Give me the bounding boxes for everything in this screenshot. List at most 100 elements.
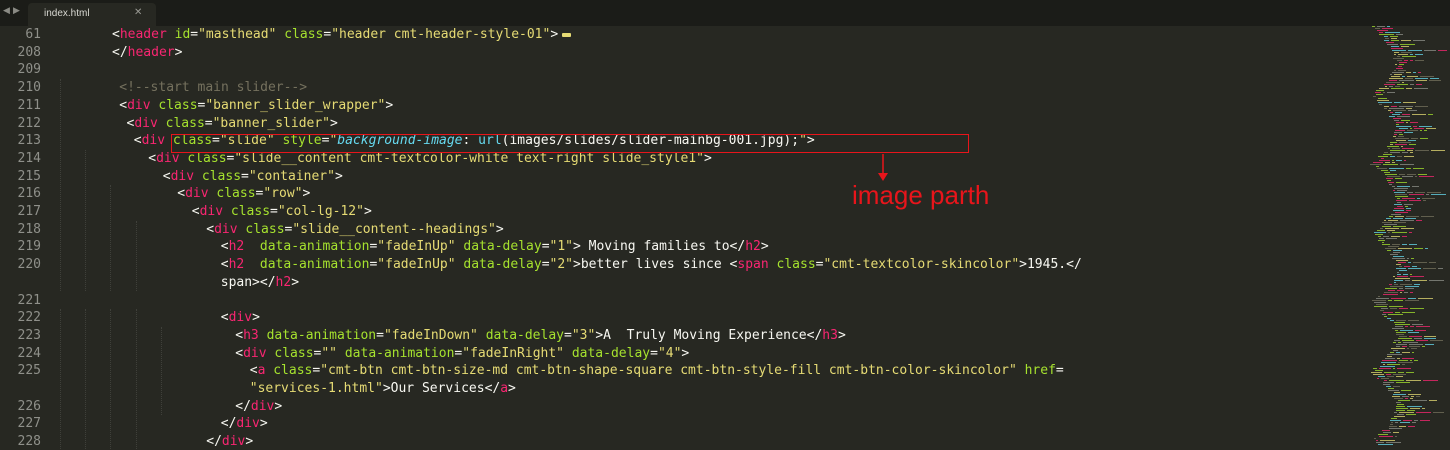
minimap-stroke [1410, 128, 1412, 129]
minimap-stroke [1387, 176, 1400, 177]
line-number: 218 [17, 221, 41, 237]
minimap-stroke [1391, 348, 1405, 349]
minimap-stroke [1401, 390, 1411, 391]
minimap-stroke [1408, 394, 1421, 395]
minimap-stroke [1394, 192, 1405, 193]
minimap-stroke [1390, 112, 1393, 113]
minimap-stroke [1392, 148, 1400, 149]
minimap-stroke [1383, 432, 1391, 433]
minimap-stroke [1415, 106, 1428, 107]
minimap-stroke [1387, 376, 1394, 377]
indent-guide [85, 149, 87, 292]
minimap-stroke [1422, 346, 1425, 347]
minimap-stroke [1398, 70, 1406, 71]
minimap-stroke [1395, 64, 1397, 65]
code-line: <div class="container"> [162, 168, 343, 184]
minimap-stroke [1376, 440, 1378, 441]
minimap-stroke [1387, 146, 1399, 147]
minimap-stroke [1402, 396, 1409, 397]
minimap-stroke [1388, 388, 1394, 389]
minimap-stroke [1390, 142, 1397, 143]
minimap-stroke [1389, 426, 1397, 427]
minimap-stroke [1384, 152, 1388, 153]
minimap-stroke [1397, 272, 1399, 273]
minimap-stroke [1403, 342, 1418, 343]
minimap-stroke [1379, 436, 1393, 437]
minimap[interactable] [1362, 26, 1450, 450]
minimap-stroke [1400, 292, 1402, 293]
minimap-stroke [1382, 222, 1392, 223]
minimap-stroke [1422, 198, 1435, 199]
line-number: 209 [17, 62, 41, 78]
minimap-stroke [1391, 40, 1399, 41]
code-editor[interactable]: 61 208 209 210 211 212 213 214 215 216 217 218 219 22… [0, 26, 1362, 450]
minimap-stroke [1416, 220, 1422, 221]
minimap-stroke [1394, 282, 1396, 283]
code-line: <h2 data-animation="fadeInUp" data-delay… [220, 257, 1082, 273]
minimap-stroke [1418, 72, 1421, 73]
minimap-stroke [1390, 308, 1397, 309]
minimap-stroke [1398, 400, 1410, 401]
annotation-highlight-box [171, 134, 969, 153]
minimap-stroke [1424, 336, 1436, 337]
minimap-stroke [1397, 84, 1408, 85]
minimap-stroke [1397, 368, 1411, 369]
tab-forward-arrow-icon[interactable]: ▶ [13, 6, 20, 16]
minimap-stroke [1392, 160, 1394, 161]
minimap-stroke [1391, 46, 1399, 47]
minimap-stroke [1396, 124, 1399, 125]
minimap-stroke [1378, 102, 1392, 103]
line-number: 211 [17, 97, 41, 113]
minimap-stroke [1394, 70, 1396, 71]
minimap-stroke [1395, 112, 1402, 113]
minimap-stroke [1389, 284, 1392, 285]
minimap-stroke [1409, 344, 1423, 345]
minimap-stroke [1410, 274, 1412, 275]
minimap-stroke [1383, 92, 1385, 93]
minimap-stroke [1409, 244, 1417, 245]
minimap-stroke [1429, 400, 1437, 401]
minimap-stroke [1412, 280, 1427, 281]
minimap-stroke [1379, 104, 1382, 105]
minimap-stroke [1390, 36, 1398, 37]
tab-close-icon[interactable]: ✕ [134, 7, 142, 18]
minimap-stroke [1410, 398, 1413, 399]
minimap-stroke [1387, 230, 1395, 231]
minimap-stroke [1407, 174, 1416, 175]
minimap-stroke [1399, 128, 1408, 129]
minimap-stroke [1409, 346, 1420, 347]
minimap-stroke [1389, 380, 1404, 381]
fold-marker-icon[interactable] [562, 32, 572, 37]
minimap-stroke [1408, 320, 1419, 321]
minimap-stroke [1393, 110, 1406, 111]
tab-index-html[interactable]: index.html ✕ [28, 3, 156, 26]
minimap-stroke [1409, 194, 1424, 195]
line-number: 210 [17, 80, 41, 96]
minimap-stroke [1392, 162, 1395, 163]
tab-back-arrow-icon[interactable]: ◀ [3, 6, 10, 16]
minimap-stroke [1390, 254, 1398, 255]
minimap-stroke [1407, 192, 1413, 193]
minimap-stroke [1374, 232, 1386, 233]
minimap-stroke [1376, 298, 1389, 299]
minimap-stroke [1395, 278, 1410, 279]
minimap-stroke [1394, 322, 1405, 323]
minimap-stroke [1385, 38, 1389, 39]
minimap-stroke [1372, 300, 1386, 301]
minimap-stroke [1380, 310, 1384, 311]
minimap-stroke [1424, 338, 1436, 339]
minimap-stroke [1414, 248, 1423, 249]
minimap-stroke [1406, 72, 1411, 73]
minimap-stroke [1386, 178, 1393, 179]
minimap-stroke [1394, 300, 1403, 301]
minimap-stroke [1409, 144, 1416, 145]
minimap-stroke [1404, 156, 1414, 157]
minimap-stroke [1396, 402, 1401, 403]
minimap-stroke [1412, 352, 1414, 353]
minimap-stroke [1388, 390, 1399, 391]
minimap-stroke [1403, 274, 1408, 275]
minimap-stroke [1389, 116, 1395, 117]
minimap-stroke [1393, 386, 1400, 387]
minimap-stroke [1371, 372, 1382, 373]
minimap-stroke [1395, 86, 1400, 87]
